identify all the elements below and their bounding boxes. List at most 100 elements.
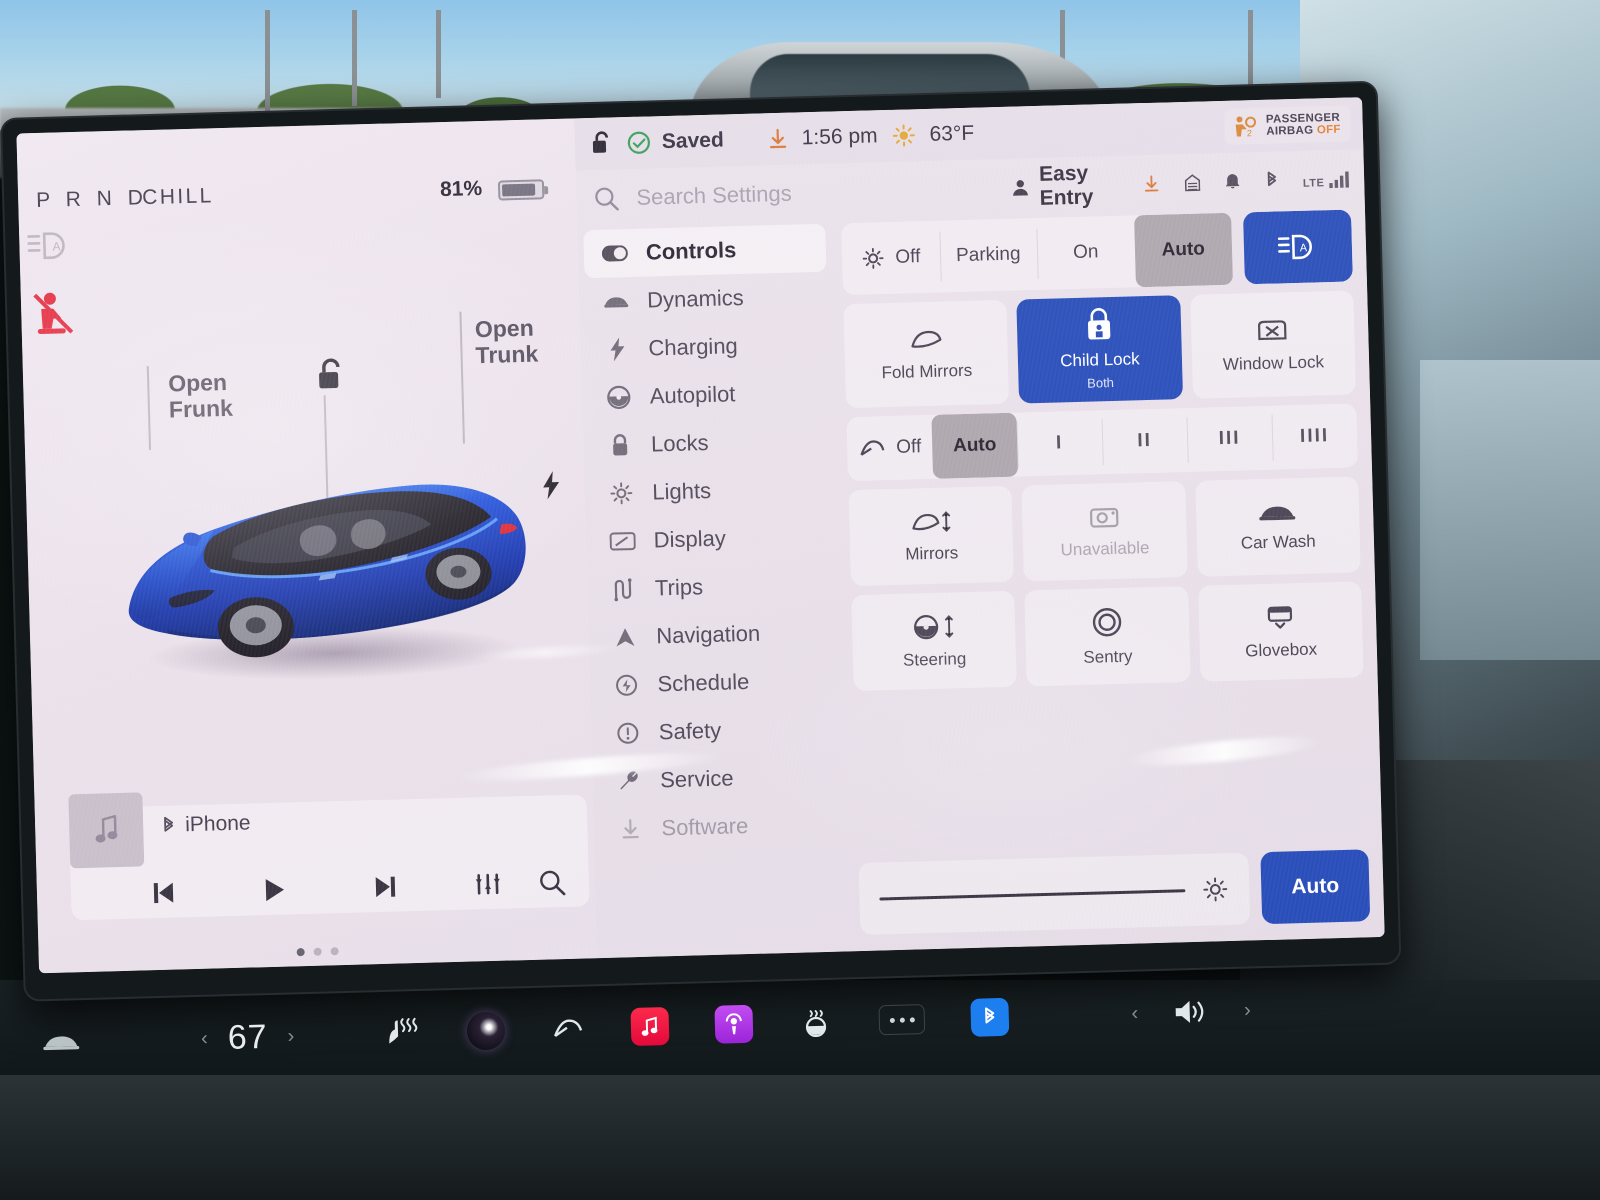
brightness-slider-card[interactable] (858, 852, 1251, 936)
sidebar-label: Schedule (657, 668, 750, 697)
sidebar-label: Safety (658, 717, 722, 745)
settings-pane: Saved 1:56 pm 63°F 2 PASSENGER AIRBAG OF… (574, 97, 1385, 959)
sidebar-label: Dynamics (646, 284, 745, 313)
wiper-off-option[interactable]: Off (846, 415, 933, 481)
fold-mirrors-tile[interactable]: Fold Mirrors (843, 299, 1010, 409)
sidebar-item-schedule[interactable]: Schedule (595, 656, 838, 711)
wiper-mode-group: Off Auto I II III IIII (846, 403, 1358, 482)
headlight-on-option[interactable]: On (1036, 215, 1135, 290)
window-lock-tile[interactable]: Window Lock (1189, 290, 1356, 399)
sidebar-item-controls[interactable]: Controls (583, 223, 827, 279)
bluetooth-icon[interactable] (1265, 168, 1279, 192)
headlight-auto-option[interactable]: Auto (1133, 212, 1233, 288)
temp-decrease-button[interactable]: ‹ (201, 1027, 208, 1050)
sidebar-item-autopilot[interactable]: Autopilot (587, 368, 830, 423)
wiper-speed-2-option[interactable]: II (1101, 408, 1188, 474)
sidebar-item-safety[interactable]: Safety (596, 704, 839, 759)
mirror-adjust-icon (911, 510, 951, 532)
headlights-row: Off Parking On Auto A (841, 209, 1353, 296)
tile-label: Child Lock (1060, 349, 1140, 371)
cabin-camera-lens (466, 1011, 506, 1051)
bluetooth-icon[interactable] (970, 997, 1010, 1037)
settings-menu: Controls Dynamics Charging Autopilot Loc… (577, 223, 855, 958)
download-icon[interactable] (767, 128, 788, 151)
tile-label: Window Lock (1222, 351, 1325, 374)
media-source-name: iPhone (184, 811, 251, 837)
car-icon[interactable] (41, 1031, 82, 1054)
wiper-option-label: Off (895, 436, 922, 458)
tile-label: Mirrors (905, 542, 959, 564)
brightness-slider[interactable] (879, 888, 1186, 900)
steering-tile[interactable]: Steering (851, 590, 1018, 692)
sidebar-item-lights[interactable]: Lights (590, 464, 833, 519)
driver-temperature[interactable]: 67 (227, 1017, 268, 1057)
glovebox-tile[interactable]: Glovebox (1197, 581, 1364, 682)
podcasts-app-icon[interactable] (714, 1004, 754, 1044)
wiper-speed-3-option[interactable]: III (1186, 406, 1273, 472)
vehicle-view-pane: P R N D CHILL 81% A Open Frunk Open Trun… (16, 118, 597, 974)
sidebar-item-service[interactable]: Service (598, 752, 841, 807)
mirrors-tile[interactable]: Mirrors (848, 485, 1015, 587)
toggle-icon (601, 245, 628, 262)
sidebar-label: Lights (652, 477, 712, 505)
tile-sublabel: Both (1086, 374, 1115, 391)
headlight-off-option[interactable]: Off (841, 221, 940, 296)
bluetooth-icon (164, 816, 174, 832)
network-type: LTE (1302, 177, 1325, 190)
unlocked-padlock-icon[interactable] (315, 357, 350, 394)
passenger-airbag-icon: 2 (1236, 116, 1257, 138)
previous-track-button[interactable] (111, 878, 219, 907)
play-button[interactable] (218, 874, 331, 905)
wiper-speed-1-option[interactable]: I (1016, 410, 1103, 476)
equalizer-button[interactable] (439, 870, 538, 899)
camera-unavailable-tile: Unavailable (1021, 481, 1188, 582)
navigation-arrow-icon (612, 626, 639, 649)
album-art-placeholder[interactable] (68, 792, 145, 869)
volume-decrease-button[interactable]: ‹ (1131, 1002, 1138, 1025)
seat-heater-icon[interactable] (381, 1017, 422, 1050)
page-indicator-dots (296, 947, 339, 957)
bell-icon[interactable] (1224, 169, 1241, 193)
car-wash-tile[interactable]: Car Wash (1194, 476, 1361, 577)
search-settings-field[interactable]: Search Settings (592, 174, 1013, 213)
clock-time: 1:56 pm (801, 124, 878, 150)
seatbelt-warning-icon (33, 292, 74, 334)
temp-increase-button[interactable]: › (287, 1025, 294, 1048)
search-placeholder: Search Settings (636, 180, 792, 210)
more-dots-button[interactable] (878, 1004, 926, 1036)
child-lock-tile[interactable]: Child Lock Both (1016, 295, 1183, 404)
check-circle-icon (627, 131, 651, 154)
auto-highbeam-button[interactable]: A (1243, 209, 1353, 285)
volume-increase-button[interactable]: › (1244, 999, 1251, 1022)
brightness-auto-button[interactable]: Auto (1260, 849, 1371, 925)
driver-profile-button[interactable]: Easy Entry (1012, 161, 1120, 212)
sidebar-item-navigation[interactable]: Navigation (594, 608, 837, 663)
sidebar-label: Charging (648, 333, 739, 361)
wiper-auto-option[interactable]: Auto (931, 412, 1019, 479)
next-track-button[interactable] (330, 872, 439, 901)
sidebar-label: Service (659, 765, 734, 793)
wiper-icon[interactable] (551, 1015, 586, 1042)
open-trunk-label[interactable]: Open Trunk (475, 315, 539, 369)
sidebar-item-locks[interactable]: Locks (588, 416, 831, 471)
vehicle-3d-render[interactable] (103, 419, 550, 691)
media-search-button[interactable] (536, 867, 567, 898)
garage-door-icon[interactable] (1184, 171, 1201, 195)
volume-icon[interactable] (1172, 996, 1211, 1027)
headlight-parking-option[interactable]: Parking (939, 218, 1038, 293)
music-app-icon[interactable] (630, 1007, 670, 1047)
sidebar-item-trips[interactable]: Trips (592, 560, 835, 615)
battery-icon (497, 179, 545, 201)
unlocked-padlock-icon[interactable] (591, 130, 614, 157)
sidebar-item-display[interactable]: Display (591, 512, 834, 567)
sidebar-item-dynamics[interactable]: Dynamics (585, 272, 828, 327)
wiper-speed-4-option[interactable]: IIII (1271, 403, 1358, 469)
lock-icon (607, 433, 634, 458)
open-frunk-label[interactable]: Open Frunk (168, 369, 233, 423)
download-icon[interactable] (1143, 172, 1160, 196)
screen-surface: P R N D CHILL 81% A Open Frunk Open Trun… (16, 97, 1385, 974)
sentry-tile[interactable]: Sentry (1024, 586, 1191, 687)
sidebar-item-software[interactable]: Software (599, 800, 842, 855)
sidebar-item-charging[interactable]: Charging (586, 320, 829, 375)
steering-heat-icon[interactable] (798, 1007, 833, 1038)
